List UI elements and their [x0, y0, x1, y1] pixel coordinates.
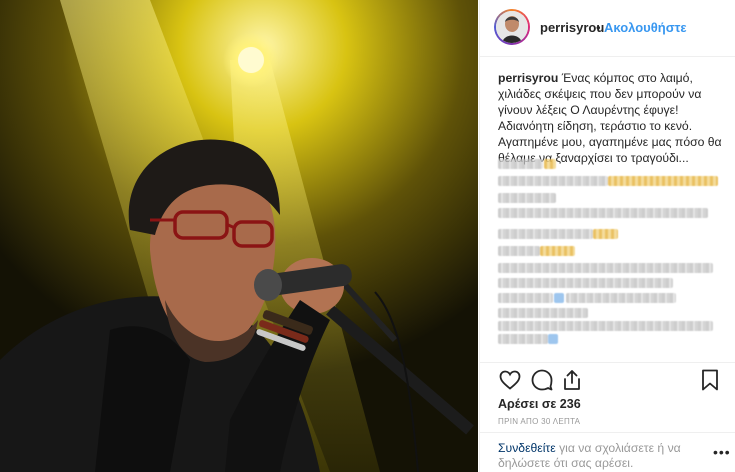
post-actions — [498, 368, 720, 394]
post-sidebar: perrisyrou • Ακολουθήστε perrisyrou Ένας… — [479, 0, 735, 472]
caption-text: Ένας κόμπος στο λαιμό, χιλιάδες σκέψεις … — [498, 71, 722, 165]
avatar-image — [496, 11, 528, 43]
heart-icon[interactable] — [498, 368, 522, 392]
post-caption: perrisyrou Ένας κόμπος στο λαιμό, χιλιάδ… — [498, 70, 730, 166]
more-options-icon[interactable]: ••• — [713, 444, 731, 460]
caption-username[interactable]: perrisyrou — [498, 71, 558, 85]
divider — [480, 362, 735, 363]
post-header: perrisyrou • Ακολουθήστε — [480, 0, 735, 57]
header-separator: • — [596, 20, 601, 35]
follow-button[interactable]: Ακολουθήστε — [604, 20, 687, 35]
divider — [480, 432, 735, 433]
comment-icon[interactable] — [530, 368, 554, 392]
share-icon[interactable] — [560, 368, 584, 392]
post-photo[interactable] — [0, 0, 478, 472]
post-timestamp: ΠΡΙΝ ΑΠΟ 30 ΛΕΠΤΑ — [498, 417, 581, 426]
avatar[interactable] — [494, 9, 530, 45]
header-username[interactable]: perrisyrou — [540, 20, 604, 35]
singer-photo — [0, 0, 478, 472]
bookmark-icon[interactable] — [698, 368, 722, 392]
likes-count[interactable]: Αρέσει σε 236 — [498, 397, 581, 411]
comment-prompt: Συνδεθείτε για να σχολιάσετε ή να δηλώσε… — [498, 441, 703, 471]
login-link[interactable]: Συνδεθείτε — [498, 441, 556, 455]
